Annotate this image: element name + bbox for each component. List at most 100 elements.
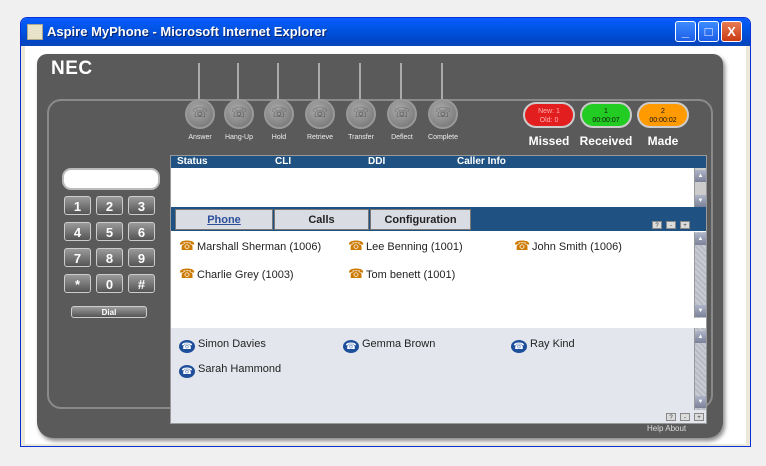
expand-mini-button[interactable]: + [694, 413, 704, 421]
extension-name: Lee Benning (1001) [366, 241, 463, 253]
scroll-up-icon[interactable]: ▲ [695, 170, 706, 182]
key-3[interactable]: 3 [128, 196, 155, 215]
tab-phone[interactable]: Phone [175, 209, 273, 230]
key-5[interactable]: 5 [96, 222, 123, 241]
complete-label: Complete [428, 134, 458, 141]
extension-item[interactable]: ☎ Lee Benning (1001) [348, 238, 463, 254]
cli-column-header[interactable]: CLI [275, 156, 291, 168]
contact-name: Gemma Brown [362, 338, 436, 350]
deflect-button[interactable] [387, 63, 417, 129]
extension-item[interactable]: ☎ John Smith (1006) [514, 238, 622, 254]
handset-icon: ☎ [514, 238, 531, 253]
made-indicator[interactable]: 2 00:00:02 [637, 102, 689, 128]
contacts-scrollbar[interactable]: ▲ ▼ [694, 328, 706, 410]
screenshot-frame: Aspire MyPhone - Microsoft Internet Expl… [0, 0, 766, 466]
missed-indicator[interactable]: New: 1 Old: 0 [523, 102, 575, 128]
extension-item[interactable]: ☎ Charlie Grey (1003) [179, 266, 294, 282]
answer-button[interactable] [185, 63, 215, 129]
phone-body: NEC Answer Hang-Up Hold Retrieve Transfe… [37, 54, 723, 438]
scroll-down-icon[interactable]: ▼ [695, 305, 706, 317]
received-indicator[interactable]: 1 00:00:07 [580, 102, 632, 128]
dial-display[interactable] [62, 168, 160, 190]
collapse-mini-button[interactable]: - [666, 221, 676, 229]
key-9[interactable]: 9 [128, 248, 155, 267]
complete-icon [428, 99, 458, 129]
collapse-mini-button[interactable]: - [680, 413, 690, 421]
scroll-up-icon[interactable]: ▲ [695, 233, 706, 245]
ddi-column-header[interactable]: DDI [368, 156, 385, 168]
key-7[interactable]: 7 [64, 248, 91, 267]
received-duration: 00:00:07 [592, 117, 620, 124]
expand-mini-button[interactable]: + [680, 221, 690, 229]
title-bar[interactable]: Aspire MyPhone - Microsoft Internet Expl… [21, 18, 750, 46]
contact-phone-icon: ☎ [343, 340, 359, 353]
extension-item[interactable]: ☎ Marshall Sherman (1006) [179, 238, 321, 254]
ie-page-icon [27, 24, 43, 40]
contact-item[interactable]: ☎ Ray Kind [511, 338, 575, 353]
hold-icon [264, 99, 294, 129]
contact-name: Sarah Hammond [198, 363, 282, 375]
extension-name: Tom benett (1001) [366, 269, 456, 281]
minimize-button[interactable]: _ [675, 21, 696, 42]
hold-button[interactable] [264, 63, 294, 129]
received-label: Received [579, 134, 633, 148]
tab-configuration[interactable]: Configuration [370, 209, 471, 230]
help-mini-button[interactable]: ? [652, 221, 662, 229]
extension-item[interactable]: ☎ Tom benett (1001) [348, 266, 455, 282]
key-4[interactable]: 4 [64, 222, 91, 241]
extension-name: Marshall Sherman (1006) [197, 241, 322, 253]
call-list-scrollbar[interactable]: ▲ ▼ [694, 168, 706, 207]
missed-old-count: Old: 0 [539, 117, 559, 124]
missed-new-count: New: 1 [538, 108, 560, 115]
key-6[interactable]: 6 [128, 222, 155, 241]
caller-info-column-header[interactable]: Caller Info [457, 156, 506, 168]
received-count: 1 [604, 108, 608, 115]
contact-phone-icon: ☎ [179, 340, 195, 353]
hangup-button[interactable] [224, 63, 254, 129]
call-list-header: Status CLI DDI Caller Info [171, 156, 706, 168]
contact-item[interactable]: ☎ Simon Davies [179, 338, 266, 353]
made-label: Made [647, 134, 679, 148]
extension-name: John Smith (1006) [532, 241, 622, 253]
main-panel: Status CLI DDI Caller Info ▲ ▼ Phone Cal… [170, 155, 707, 424]
answer-icon [185, 99, 215, 129]
missed-label: Missed [528, 134, 570, 148]
complete-button[interactable] [428, 63, 458, 129]
maximize-button[interactable]: □ [698, 21, 719, 42]
contact-item[interactable]: ☎ Sarah Hammond [179, 363, 281, 378]
contact-name: Ray Kind [530, 338, 575, 350]
help-link[interactable]: Help [647, 424, 663, 433]
key-star[interactable]: * [64, 274, 91, 293]
status-column-header[interactable]: Status [177, 156, 208, 168]
key-1[interactable]: 1 [64, 196, 91, 215]
page-content: NEC Answer Hang-Up Hold Retrieve Transfe… [25, 46, 746, 444]
scroll-down-icon[interactable]: ▼ [695, 195, 706, 207]
extension-name: Charlie Grey (1003) [197, 269, 294, 281]
dial-button[interactable]: Dial [71, 306, 147, 318]
key-2[interactable]: 2 [96, 196, 123, 215]
contact-item[interactable]: ☎ Gemma Brown [343, 338, 435, 353]
scroll-down-icon[interactable]: ▼ [695, 396, 706, 408]
handset-icon: ☎ [179, 238, 196, 253]
tab-calls[interactable]: Calls [274, 209, 369, 230]
key-8[interactable]: 8 [96, 248, 123, 267]
browser-window: Aspire MyPhone - Microsoft Internet Expl… [20, 17, 751, 447]
transfer-button[interactable] [346, 63, 376, 129]
contact-phone-icon: ☎ [179, 365, 195, 378]
handset-icon: ☎ [348, 238, 365, 253]
help-mini-button[interactable]: ? [666, 413, 676, 421]
extensions-scrollbar[interactable]: ▲ ▼ [694, 232, 706, 318]
handset-icon: ☎ [348, 266, 365, 281]
scroll-up-icon[interactable]: ▲ [695, 331, 706, 343]
handset-icon: ☎ [179, 266, 196, 281]
about-link[interactable]: About [665, 424, 686, 433]
retrieve-button[interactable] [305, 63, 335, 129]
key-hash[interactable]: # [128, 274, 155, 293]
brand-logo: NEC [51, 58, 93, 79]
contact-phone-icon: ☎ [511, 340, 527, 353]
tab-bar: Phone Calls Configuration ? - + [171, 207, 706, 231]
contacts-section: ☎ Simon Davies ☎ Gemma Brown ☎ Ray Kind ☎ Sa… [171, 328, 706, 423]
close-button[interactable]: X [721, 21, 742, 42]
key-0[interactable]: 0 [96, 274, 123, 293]
footer-links: Help About [647, 424, 686, 433]
